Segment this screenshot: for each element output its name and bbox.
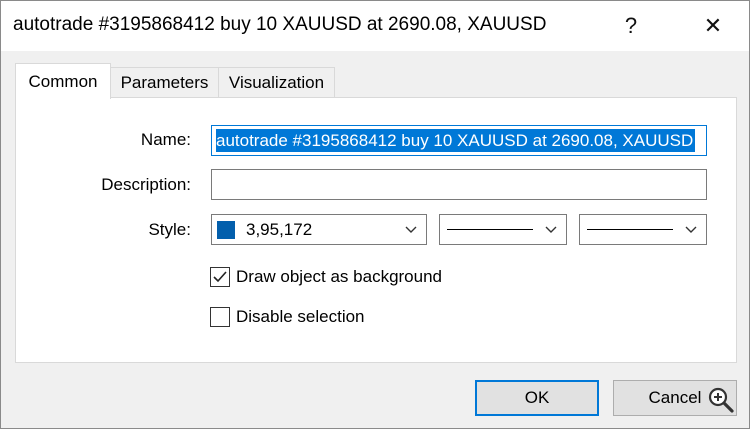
color-swatch — [217, 221, 235, 239]
line-width-sample — [587, 229, 673, 230]
chevron-down-icon — [405, 226, 417, 233]
zoom-in-icon[interactable] — [707, 386, 735, 414]
name-label: Name: — [140, 130, 191, 149]
disable-selection-option[interactable]: Disable selection — [210, 305, 365, 329]
close-icon[interactable]: ✕ — [677, 1, 749, 51]
draw-background-checkbox[interactable] — [210, 267, 230, 287]
draw-background-label: Draw object as background — [236, 267, 443, 286]
help-icon[interactable]: ? — [595, 1, 667, 51]
line-style-select[interactable] — [439, 214, 567, 245]
checkmark-icon — [213, 271, 227, 283]
chevron-down-icon — [685, 226, 697, 233]
style-label: Style: — [148, 220, 191, 239]
window-title: autotrade #3195868412 buy 10 XAUUSD at 2… — [13, 14, 547, 35]
name-input[interactable]: autotrade #3195868412 buy 10 XAUUSD at 2… — [211, 125, 707, 156]
tab-parameters[interactable]: Parameters — [110, 67, 219, 97]
chevron-down-icon — [545, 226, 557, 233]
title-bar: autotrade #3195868412 buy 10 XAUUSD at 2… — [1, 1, 749, 51]
line-style-sample — [447, 229, 533, 230]
line-width-select[interactable] — [579, 214, 707, 245]
color-value: 3,95,172 — [246, 220, 313, 239]
dialog-window: autotrade #3195868412 buy 10 XAUUSD at 2… — [0, 0, 750, 429]
ok-button[interactable]: OK — [475, 380, 599, 416]
name-input-selected-text: autotrade #3195868412 buy 10 XAUUSD at 2… — [216, 129, 696, 152]
disable-selection-label: Disable selection — [236, 307, 365, 326]
disable-selection-checkbox[interactable] — [210, 307, 230, 327]
draw-background-option[interactable]: Draw object as background — [210, 265, 442, 289]
tab-common[interactable]: Common — [15, 63, 111, 99]
tab-visualization[interactable]: Visualization — [218, 67, 335, 97]
color-select[interactable]: 3,95,172 — [211, 214, 427, 245]
description-input[interactable] — [211, 169, 707, 200]
description-label: Description: — [101, 175, 191, 194]
